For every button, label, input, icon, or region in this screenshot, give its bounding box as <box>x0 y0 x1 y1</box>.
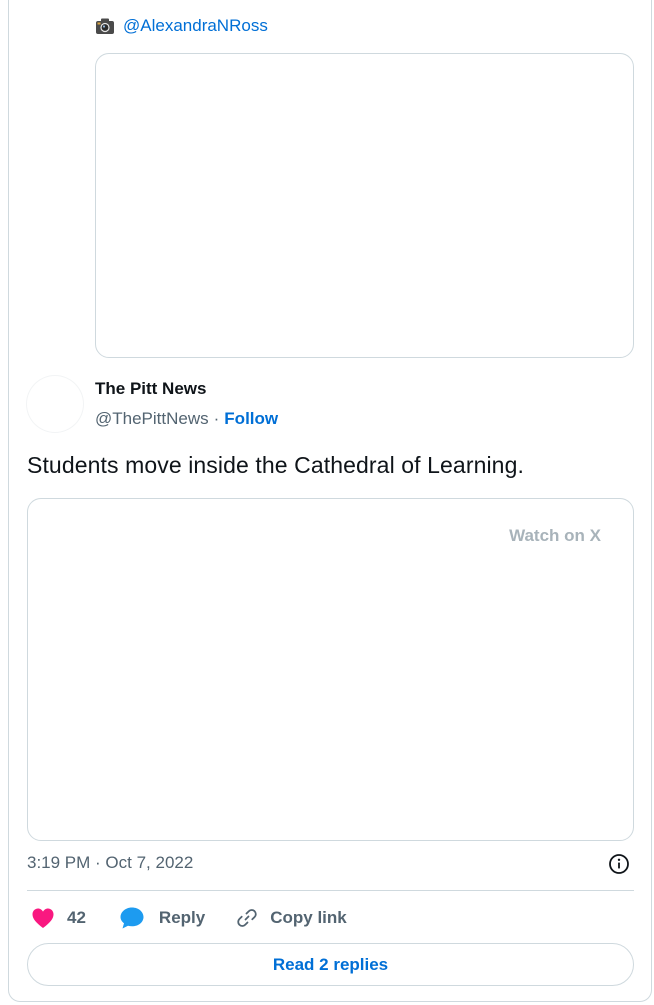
info-icon[interactable] <box>607 852 631 876</box>
copy-link-button[interactable]: Copy link <box>236 907 347 929</box>
reply-bubble-icon <box>119 906 145 930</box>
tweet-timestamp[interactable]: 3:19 PM · Oct 7, 2022 <box>27 853 193 873</box>
author-name[interactable]: The Pitt News <box>95 379 206 399</box>
like-count: 42 <box>67 908 86 927</box>
video-player[interactable]: Watch on X <box>27 498 634 841</box>
reply-button[interactable]: Reply <box>119 906 205 930</box>
tweet-text: Students move inside the Cathedral of Le… <box>27 452 524 478</box>
link-icon <box>236 907 258 929</box>
separator-dot: · <box>213 409 220 428</box>
copy-link-label: Copy link <box>270 908 347 927</box>
action-bar: 42 Reply Copy link <box>27 903 347 933</box>
heart-icon <box>31 907 55 929</box>
avatar[interactable] <box>27 376 83 432</box>
camera-icon <box>95 17 115 35</box>
reply-label: Reply <box>158 908 206 927</box>
quoted-media-placeholder[interactable] <box>95 53 634 358</box>
quoted-handle-link[interactable]: @AlexandraNRoss <box>123 16 268 36</box>
author-handle-row: @ThePittNews · Follow <box>95 409 278 429</box>
quoted-credit: @AlexandraNRoss <box>95 14 268 38</box>
follow-button[interactable]: Follow <box>224 409 278 429</box>
author-handle[interactable]: @ThePittNews <box>95 409 209 429</box>
divider <box>27 890 634 891</box>
watch-on-x-link[interactable]: Watch on X <box>509 526 601 546</box>
like-button[interactable]: 42 <box>31 907 86 929</box>
read-replies-button[interactable]: Read 2 replies <box>27 943 634 986</box>
